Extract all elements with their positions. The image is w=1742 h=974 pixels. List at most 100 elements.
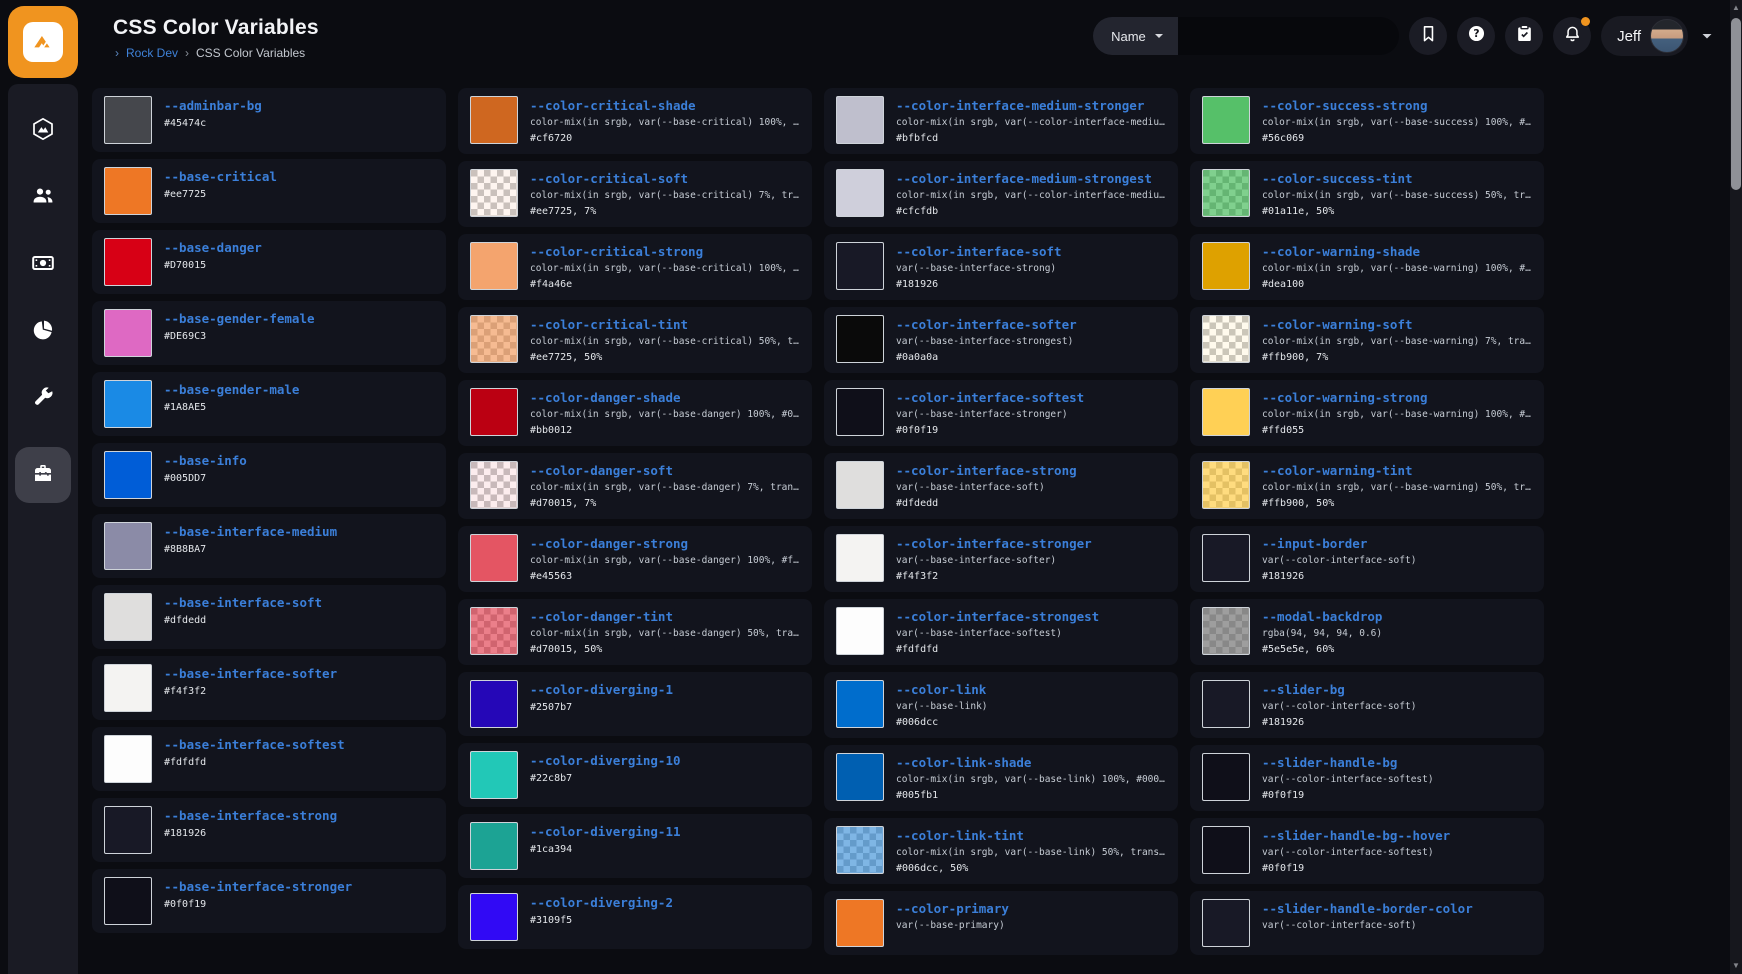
variable-name-link[interactable]: --color-critical-tint <box>530 316 800 334</box>
variable-name-link[interactable]: --color-danger-tint <box>530 608 800 626</box>
variable-name-link[interactable]: --color-interface-softer <box>896 316 1166 334</box>
color-swatch <box>104 735 152 783</box>
sidebar-item-reporting[interactable] <box>15 313 71 351</box>
color-variable-card: --slider-bg var(--color-interface-soft) … <box>1190 672 1544 738</box>
variable-name-link[interactable]: --color-diverging-10 <box>530 752 800 770</box>
sidebar-item-admin-tools[interactable] <box>15 380 71 418</box>
color-variable-card: --color-critical-soft color-mix(in srgb,… <box>458 161 812 227</box>
scrollbar-thumb[interactable] <box>1731 18 1741 190</box>
variable-name-link[interactable]: --color-warning-strong <box>1262 389 1532 407</box>
variable-name-link[interactable]: --color-interface-stronger <box>896 535 1166 553</box>
variable-definition: var(--base-interface-strongest) <box>896 335 1166 349</box>
variable-definition: color-mix(in srgb, var(--color-interface… <box>896 189 1166 203</box>
variable-definition: color-mix(in srgb, var(--base-danger) 10… <box>530 408 800 422</box>
variable-name-link[interactable]: --color-danger-strong <box>530 535 800 553</box>
variable-name-link[interactable]: --base-interface-softest <box>164 736 434 754</box>
variable-name-link[interactable]: --color-critical-strong <box>530 243 800 261</box>
variable-definition: var(--color-interface-soft) <box>1262 919 1532 933</box>
vertical-scrollbar[interactable]: ▲ ▼ <box>1730 0 1742 974</box>
color-swatch <box>104 664 152 712</box>
search-filter-dropdown[interactable]: Name <box>1093 17 1178 55</box>
scroll-up-icon[interactable]: ▲ <box>1730 3 1742 13</box>
color-swatch <box>836 753 884 801</box>
variable-name-link[interactable]: --slider-handle-bg <box>1262 754 1532 772</box>
page-title: CSS Color Variables <box>113 16 319 40</box>
variable-name-link[interactable]: --color-link <box>896 681 1166 699</box>
variable-name-link[interactable]: --color-link-tint <box>896 827 1166 845</box>
search-input[interactable] <box>1178 17 1399 55</box>
color-variable-card: --color-critical-shade color-mix(in srgb… <box>458 88 812 154</box>
variable-name-link[interactable]: --color-warning-shade <box>1262 243 1532 261</box>
pie-chart-icon <box>31 318 55 347</box>
variable-name-link[interactable]: --base-interface-softer <box>164 665 434 683</box>
color-swatch <box>470 893 518 941</box>
variable-name-link[interactable]: --slider-handle-border-color <box>1262 900 1532 918</box>
sidebar-item-developer-tools[interactable] <box>15 447 71 503</box>
variable-name-link[interactable]: --base-critical <box>164 168 434 186</box>
variable-name-link[interactable]: --base-interface-strong <box>164 807 434 825</box>
checklist-button[interactable] <box>1505 17 1543 55</box>
variable-definition: var(--base-interface-softest) <box>896 627 1166 641</box>
color-swatch <box>470 315 518 363</box>
variable-definition: var(--color-interface-softest) <box>1262 773 1532 787</box>
variable-name-link[interactable]: --color-danger-soft <box>530 462 800 480</box>
color-variable-card: --color-primary var(--base-primary) <box>824 891 1178 955</box>
variable-name-link[interactable]: --color-success-strong <box>1262 97 1532 115</box>
variable-name-link[interactable]: --modal-backdrop <box>1262 608 1532 626</box>
app-logo[interactable] <box>8 6 78 78</box>
variable-name-link[interactable]: --base-interface-medium <box>164 523 434 541</box>
user-menu[interactable]: Jeff <box>1601 16 1688 56</box>
breadcrumb-link-parent[interactable]: Rock Dev <box>126 46 178 60</box>
notification-badge <box>1581 17 1590 26</box>
user-menu-caret[interactable] <box>1698 27 1716 45</box>
variable-name-link[interactable]: --color-danger-shade <box>530 389 800 407</box>
variable-name-link[interactable]: --color-interface-strongest <box>896 608 1166 626</box>
variable-name-link[interactable]: --color-critical-shade <box>530 97 800 115</box>
variable-name-link[interactable]: --color-interface-medium-strongest <box>896 170 1166 188</box>
color-swatch <box>470 169 518 217</box>
variable-name-link[interactable]: --color-primary <box>896 900 1166 918</box>
color-variable-card: --color-diverging-2 #3109f5 <box>458 885 812 949</box>
color-swatch <box>470 680 518 728</box>
variable-hex-value: #bfbfcd <box>896 131 1166 146</box>
variable-name-link[interactable]: --base-interface-soft <box>164 594 434 612</box>
color-variable-card: --color-warning-soft color-mix(in srgb, … <box>1190 307 1544 373</box>
color-variable-card: --color-danger-soft color-mix(in srgb, v… <box>458 453 812 519</box>
variable-definition: rgba(94, 94, 94, 0.6) <box>1262 627 1532 641</box>
variable-name-link[interactable]: --adminbar-bg <box>164 97 434 115</box>
sidebar-item-home[interactable] <box>15 112 71 150</box>
variable-name-link[interactable]: --color-diverging-2 <box>530 894 800 912</box>
variable-name-link[interactable]: --slider-handle-bg--hover <box>1262 827 1532 845</box>
scroll-down-icon[interactable]: ▼ <box>1730 961 1742 971</box>
variable-name-link[interactable]: --color-warning-tint <box>1262 462 1532 480</box>
color-variable-card: --base-interface-stronger #0f0f19 <box>92 869 446 933</box>
variable-name-link[interactable]: --base-info <box>164 452 434 470</box>
color-variable-card: --color-danger-shade color-mix(in srgb, … <box>458 380 812 446</box>
variable-hex-value: #3109f5 <box>530 913 800 928</box>
color-swatch <box>104 451 152 499</box>
variable-name-link[interactable]: --input-border <box>1262 535 1532 553</box>
variable-name-link[interactable]: --color-link-shade <box>896 754 1166 772</box>
variable-name-link[interactable]: --color-interface-soft <box>896 243 1166 261</box>
wrench-icon <box>31 385 55 414</box>
variable-name-link[interactable]: --slider-bg <box>1262 681 1532 699</box>
sidebar-item-finance[interactable] <box>15 246 71 284</box>
color-swatch <box>1202 826 1250 874</box>
notifications-button[interactable] <box>1553 17 1591 55</box>
variable-name-link[interactable]: --base-gender-female <box>164 310 434 328</box>
variable-name-link[interactable]: --color-interface-softest <box>896 389 1166 407</box>
variable-name-link[interactable]: --color-diverging-1 <box>530 681 800 699</box>
variable-name-link[interactable]: --color-interface-strong <box>896 462 1166 480</box>
variable-name-link[interactable]: --color-warning-soft <box>1262 316 1532 334</box>
variable-name-link[interactable]: --base-interface-stronger <box>164 878 434 896</box>
variable-hex-value: #01a11e, 50% <box>1262 204 1532 219</box>
variable-name-link[interactable]: --base-gender-male <box>164 381 434 399</box>
variable-name-link[interactable]: --color-critical-soft <box>530 170 800 188</box>
variable-name-link[interactable]: --color-diverging-11 <box>530 823 800 841</box>
variable-name-link[interactable]: --base-danger <box>164 239 434 257</box>
variable-name-link[interactable]: --color-success-tint <box>1262 170 1532 188</box>
help-button[interactable]: ? <box>1457 17 1495 55</box>
bookmark-button[interactable] <box>1409 17 1447 55</box>
sidebar-item-people[interactable] <box>15 179 71 217</box>
variable-name-link[interactable]: --color-interface-medium-stronger <box>896 97 1166 115</box>
